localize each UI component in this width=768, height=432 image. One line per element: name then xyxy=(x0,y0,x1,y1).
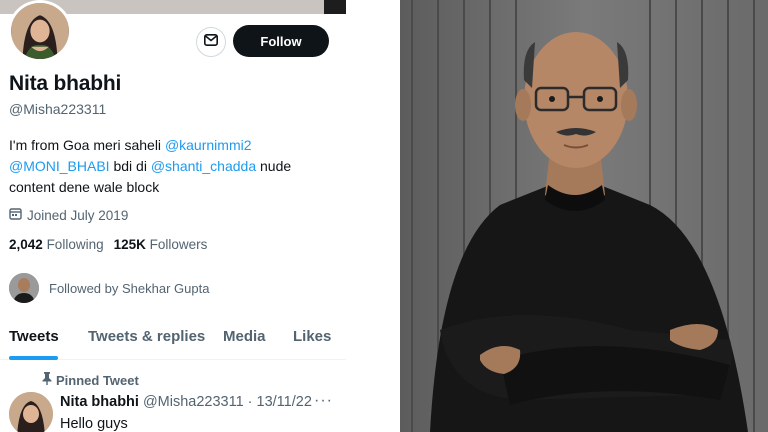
tweet-date[interactable]: · 13/11/22 xyxy=(248,394,312,410)
bio-mention-link[interactable]: @kaurnimmi2 xyxy=(165,137,252,153)
tab-tweets[interactable]: Tweets xyxy=(9,328,59,345)
tweet-author-avatar[interactable] xyxy=(9,392,53,432)
tweet-author-name[interactable]: Nita bhabhi xyxy=(60,394,139,410)
bio-text: I'm from Goa meri saheli xyxy=(9,137,165,153)
following-count: 2,042 xyxy=(9,237,43,252)
followed-by[interactable]: Followed by Shekhar Gupta xyxy=(9,273,209,303)
portrait-photo xyxy=(400,0,768,432)
following-link[interactable]: 2,042 Following xyxy=(9,237,104,252)
pin-icon xyxy=(42,372,52,388)
tweet-text: Hello guys xyxy=(60,416,128,432)
profile-display-name: Nita bhabhi xyxy=(9,72,122,95)
more-options-icon[interactable]: ··· xyxy=(314,392,333,410)
profile-avatar[interactable] xyxy=(8,0,72,62)
bio-mention-link[interactable]: @MONI_BHABI xyxy=(9,158,110,174)
follow-stats: 2,042 Following 125K Followers xyxy=(9,237,207,252)
following-label: Following xyxy=(46,237,104,252)
followers-link[interactable]: 125K Followers xyxy=(114,237,208,252)
twitter-profile-panel: Follow Nita bhabhi @Misha223311 I'm from… xyxy=(0,0,346,432)
followers-label: Followers xyxy=(149,237,208,252)
follow-button[interactable]: Follow xyxy=(233,25,329,57)
tab-likes[interactable]: Likes xyxy=(293,328,331,345)
joined-text: Joined July 2019 xyxy=(27,207,129,223)
followed-by-text: Followed by Shekhar Gupta xyxy=(49,280,210,296)
tab-media[interactable]: Media xyxy=(223,328,266,345)
follower-avatar xyxy=(9,273,39,303)
active-tab-indicator xyxy=(9,356,58,360)
envelope-icon xyxy=(204,33,218,51)
followers-count: 125K xyxy=(113,237,146,252)
tweet-header: Nita bhabhi @Misha223311 · 13/11/22 xyxy=(60,394,312,410)
pinned-tweet-label: Pinned Tweet xyxy=(42,372,139,388)
message-button[interactable] xyxy=(196,27,226,57)
profile-tabs: Tweets Tweets & replies Media Likes xyxy=(0,322,346,360)
profile-handle: @Misha223311 xyxy=(9,101,107,117)
profile-bio: I'm from Goa meri saheli @kaurnimmi2 @MO… xyxy=(9,135,339,198)
joined-date: Joined July 2019 xyxy=(9,207,128,223)
tweet-author-handle[interactable]: @Misha223311 xyxy=(143,394,244,410)
tab-tweets-replies[interactable]: Tweets & replies xyxy=(88,328,205,345)
calendar-icon xyxy=(9,207,22,223)
pinned-text: Pinned Tweet xyxy=(56,372,139,388)
bio-text: bdi di xyxy=(109,158,151,174)
bio-mention-link[interactable]: @shanti_chadda xyxy=(151,158,256,174)
